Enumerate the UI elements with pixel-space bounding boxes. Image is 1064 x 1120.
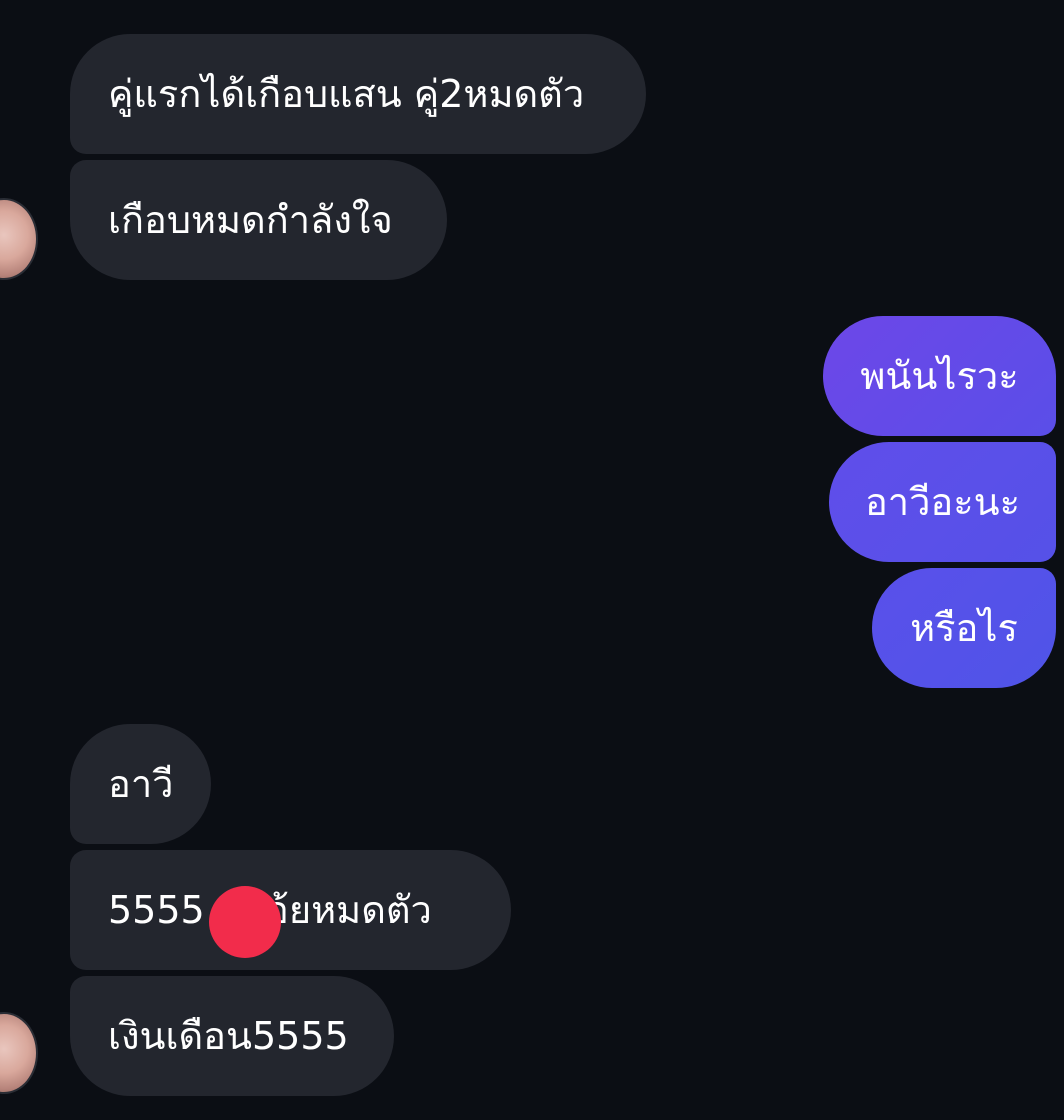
outgoing-message-bubble[interactable]: อาวีอะนะ [829, 442, 1056, 562]
message-text: เกือบหมดกำลังใจ [108, 198, 393, 242]
contact-avatar[interactable] [0, 198, 38, 280]
redaction-dot [209, 886, 281, 958]
incoming-message-bubble[interactable]: อาวี [70, 724, 211, 844]
outgoing-message-bubble[interactable]: พนันไรวะ [823, 316, 1056, 436]
incoming-message-bubble[interactable]: เงินเดือน5555 [70, 976, 394, 1096]
message-text: หรือไร [910, 606, 1018, 650]
message-text: อาวี [108, 762, 174, 806]
contact-avatar[interactable] [0, 1012, 38, 1094]
outgoing-message-bubble[interactable]: หรือไร [872, 568, 1056, 688]
message-text: เงินเดือน5555 [108, 1014, 349, 1058]
incoming-message-bubble[interactable]: 5555 เอ้ยหมดตัว [70, 850, 511, 970]
incoming-message-bubble[interactable]: คู่แรกได้เกือบแสน คู่2หมดตัว [70, 34, 646, 154]
message-text: อาวีอะนะ [864, 480, 1021, 524]
message-text: คู่แรกได้เกือบแสน คู่2หมดตัว [108, 72, 585, 116]
message-text: พนันไรวะ [860, 354, 1019, 398]
incoming-message-bubble[interactable]: เกือบหมดกำลังใจ [70, 160, 447, 280]
